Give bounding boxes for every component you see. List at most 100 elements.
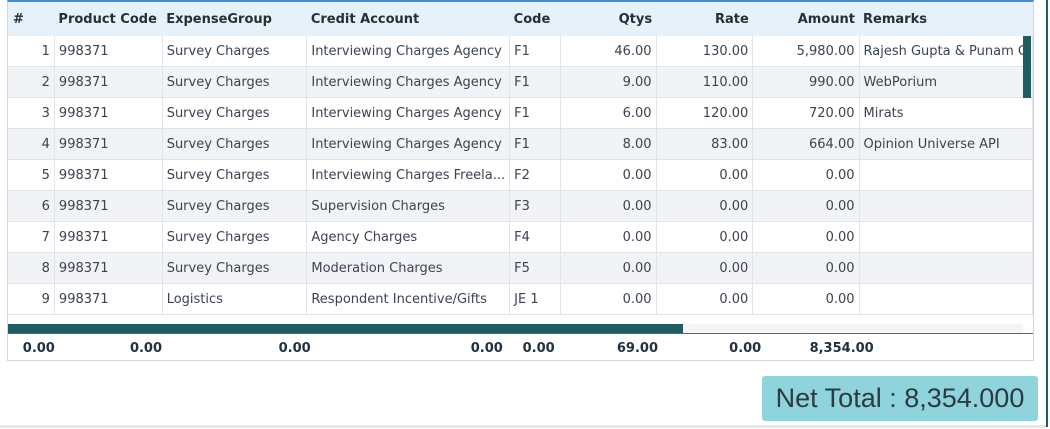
- col-header-expense-group[interactable]: ExpenseGroup: [162, 2, 307, 36]
- cell-rate[interactable]: 0.00: [656, 159, 754, 191]
- cell-code[interactable]: F4: [509, 221, 562, 253]
- col-header-credit-account[interactable]: Credit Account: [306, 2, 510, 36]
- cell-product-code[interactable]: 998371: [54, 252, 163, 284]
- cell-code[interactable]: F5: [509, 252, 562, 284]
- table-row[interactable]: 5 998371 Survey Charges Interviewing Charge…: [8, 159, 1033, 191]
- cell-remarks[interactable]: [859, 190, 1033, 222]
- cell-num[interactable]: 6: [8, 190, 55, 222]
- table-row[interactable]: 3 998371 Survey Charges Interviewing Charge…: [8, 97, 1033, 129]
- cell-remarks[interactable]: Rajesh Gupta & Punam G: [859, 36, 1033, 67]
- cell-code[interactable]: F1: [509, 97, 562, 129]
- cell-credit-account[interactable]: Interviewing Charges Agency: [306, 128, 511, 160]
- cell-expense-group[interactable]: Survey Charges: [162, 36, 308, 67]
- cell-amount[interactable]: 0.00: [752, 221, 860, 253]
- cell-remarks[interactable]: [859, 283, 1033, 315]
- cell-product-code[interactable]: 998371: [54, 221, 163, 253]
- col-header-rate[interactable]: Rate: [656, 2, 753, 36]
- cell-credit-account[interactable]: Interviewing Charges Freela...: [306, 159, 511, 191]
- table-row[interactable]: 7 998371 Survey Charges Agency Charges F4 0.0…: [8, 221, 1033, 253]
- cell-remarks[interactable]: Opinion Universe API: [859, 128, 1033, 160]
- cell-product-code[interactable]: 998371: [54, 190, 163, 222]
- cell-expense-group[interactable]: Survey Charges: [162, 190, 308, 222]
- cell-num[interactable]: 7: [8, 221, 55, 253]
- cell-num[interactable]: 2: [8, 66, 55, 98]
- cell-product-code[interactable]: 998371: [54, 128, 163, 160]
- cell-qtys[interactable]: 0.00: [560, 159, 657, 191]
- cell-amount[interactable]: 0.00: [752, 252, 860, 284]
- cell-code[interactable]: F1: [509, 66, 562, 98]
- cell-rate[interactable]: 120.00: [656, 97, 754, 129]
- cell-rate[interactable]: 0.00: [656, 252, 754, 284]
- cell-qtys[interactable]: 0.00: [560, 252, 657, 284]
- cell-product-code[interactable]: 998371: [54, 36, 163, 67]
- cell-rate[interactable]: 83.00: [656, 128, 754, 160]
- cell-num[interactable]: 3: [8, 97, 55, 129]
- cell-code[interactable]: JE 1: [509, 283, 562, 315]
- cell-credit-account[interactable]: Interviewing Charges Agency: [306, 97, 511, 129]
- cell-expense-group[interactable]: Survey Charges: [162, 221, 308, 253]
- cell-amount[interactable]: 0.00: [752, 159, 860, 191]
- cell-expense-group[interactable]: Survey Charges: [162, 159, 308, 191]
- cell-rate[interactable]: 110.00: [656, 66, 754, 98]
- cell-remarks[interactable]: [859, 159, 1033, 191]
- cell-rate[interactable]: 130.00: [656, 36, 754, 67]
- table-row[interactable]: 4 998371 Survey Charges Interviewing Charge…: [8, 128, 1033, 160]
- cell-credit-account[interactable]: Respondent Incentive/Gifts: [306, 283, 511, 315]
- cell-credit-account[interactable]: Moderation Charges: [306, 252, 511, 284]
- vertical-scrollbar-thumb[interactable]: [1023, 36, 1031, 98]
- cell-expense-group[interactable]: Survey Charges: [162, 252, 308, 284]
- cell-product-code[interactable]: 998371: [54, 66, 163, 98]
- cell-rate[interactable]: 0.00: [656, 221, 754, 253]
- cell-product-code[interactable]: 998371: [54, 159, 163, 191]
- cell-num[interactable]: 9: [8, 283, 55, 315]
- cell-amount[interactable]: 664.00: [752, 128, 860, 160]
- table-row[interactable]: 2 998371 Survey Charges Interviewing Charge…: [8, 66, 1033, 98]
- cell-num[interactable]: 5: [8, 159, 55, 191]
- cell-product-code[interactable]: 998371: [54, 97, 163, 129]
- cell-expense-group[interactable]: Survey Charges: [162, 66, 308, 98]
- cell-rate[interactable]: 0.00: [656, 283, 754, 315]
- cell-qtys[interactable]: 8.00: [560, 128, 657, 160]
- table-row[interactable]: 6 998371 Survey Charges Supervision Charges…: [8, 190, 1033, 222]
- col-header-product-code[interactable]: Product Code: [54, 2, 163, 36]
- cell-amount[interactable]: 5,980.00: [752, 36, 860, 67]
- col-header-qtys[interactable]: Qtys: [560, 2, 657, 36]
- cell-code[interactable]: F1: [509, 128, 562, 160]
- col-header-code[interactable]: Code: [509, 2, 561, 36]
- horizontal-scrollbar-thumb[interactable]: [8, 324, 683, 333]
- cell-code[interactable]: F1: [509, 36, 562, 67]
- cell-rate[interactable]: 0.00: [656, 190, 754, 222]
- cell-qtys[interactable]: 0.00: [560, 190, 657, 222]
- cell-qtys[interactable]: 46.00: [560, 36, 657, 67]
- cell-code[interactable]: F3: [509, 190, 562, 222]
- col-header-amount[interactable]: Amount: [752, 2, 860, 36]
- table-row[interactable]: 1 998371 Survey Charges Interviewing Charge…: [8, 36, 1033, 67]
- cell-expense-group[interactable]: Survey Charges: [162, 97, 308, 129]
- cell-remarks[interactable]: Mirats: [859, 97, 1033, 129]
- cell-num[interactable]: 4: [8, 128, 55, 160]
- cell-num[interactable]: 1: [8, 36, 55, 67]
- cell-qtys[interactable]: 9.00: [560, 66, 657, 98]
- cell-qtys[interactable]: 0.00: [560, 283, 657, 315]
- cell-amount[interactable]: 720.00: [752, 97, 860, 129]
- cell-remarks[interactable]: WebPorium: [859, 66, 1033, 98]
- cell-credit-account[interactable]: Agency Charges: [306, 221, 511, 253]
- cell-amount[interactable]: 0.00: [752, 190, 860, 222]
- cell-remarks[interactable]: [859, 252, 1033, 284]
- cell-amount[interactable]: 990.00: [752, 66, 860, 98]
- cell-num[interactable]: 8: [8, 252, 55, 284]
- table-row[interactable]: 9 998371 Logistics Respondent Incentive/Gif…: [8, 283, 1033, 315]
- cell-amount[interactable]: 0.00: [752, 283, 860, 315]
- cell-credit-account[interactable]: Interviewing Charges Agency: [306, 66, 511, 98]
- cell-qtys[interactable]: 0.00: [560, 221, 657, 253]
- col-header-remarks[interactable]: Remarks: [859, 2, 1033, 36]
- cell-remarks[interactable]: [859, 221, 1033, 253]
- cell-product-code[interactable]: 998371: [54, 283, 163, 315]
- cell-code[interactable]: F2: [509, 159, 562, 191]
- cell-expense-group[interactable]: Survey Charges: [162, 128, 308, 160]
- cell-credit-account[interactable]: Interviewing Charges Agency: [306, 36, 511, 67]
- col-header-num[interactable]: #: [8, 2, 55, 36]
- cell-expense-group[interactable]: Logistics: [162, 283, 308, 315]
- table-row[interactable]: 8 998371 Survey Charges Moderation Charges F…: [8, 252, 1033, 284]
- cell-qtys[interactable]: 6.00: [560, 97, 657, 129]
